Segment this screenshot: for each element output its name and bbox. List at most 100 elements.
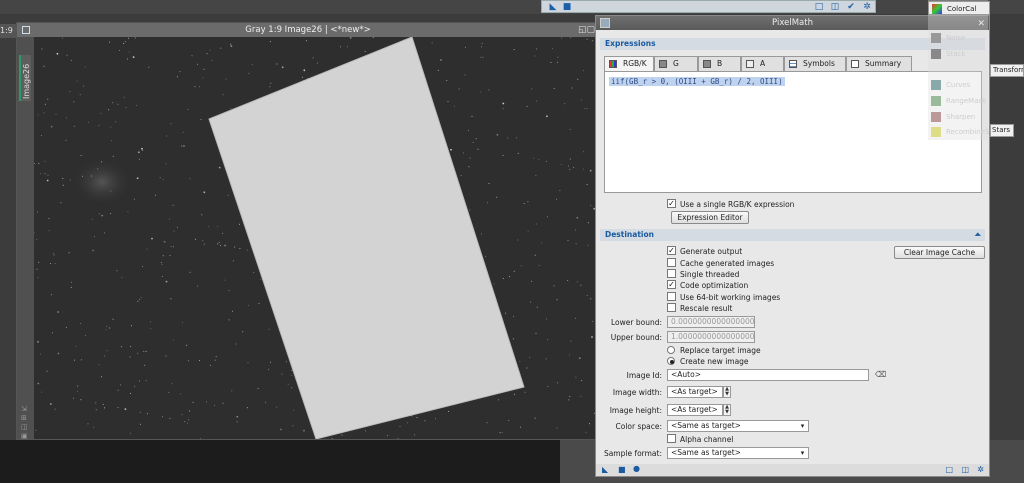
- star: [208, 226, 210, 228]
- star: [37, 382, 40, 385]
- sidebar-tool-icons[interactable]: ⇲ ⊞ ◫ ▣: [21, 405, 28, 441]
- cache-generated-checkbox[interactable]: [667, 258, 676, 267]
- sample-format-select[interactable]: <Same as target> ▾: [667, 447, 809, 459]
- star: [578, 357, 581, 359]
- star: [110, 126, 112, 128]
- expression-text[interactable]: iif(GB_r > 0, (OIII + GB_r) / 2, OIII): [609, 77, 785, 86]
- star: [132, 56, 135, 58]
- expression-editor-button[interactable]: Expression Editor: [671, 211, 749, 224]
- star: [130, 392, 132, 394]
- star: [95, 402, 97, 404]
- tool-curves[interactable]: Curves: [928, 78, 990, 92]
- color-space-select[interactable]: <Same as target> ▾: [667, 420, 809, 432]
- tool-noise[interactable]: Noise: [928, 31, 990, 45]
- star: [270, 82, 272, 84]
- star: [47, 98, 49, 100]
- apply-square-icon[interactable]: ■: [618, 465, 626, 474]
- clear-image-cache-button[interactable]: Clear Image Cache: [894, 246, 985, 259]
- tool-stack[interactable]: Stack: [928, 47, 990, 61]
- star: [454, 105, 455, 107]
- single-rgbk-checkbox[interactable]: ✓: [667, 199, 676, 208]
- star: [287, 383, 289, 385]
- star: [77, 390, 79, 392]
- apply-global-icon[interactable]: ●: [633, 464, 640, 473]
- alpha-channel-checkbox[interactable]: [667, 434, 676, 443]
- use-64bit-checkbox[interactable]: [667, 292, 676, 301]
- star: [95, 409, 97, 411]
- image-window[interactable]: Gray 1:9 Image26 | <*new*> ◱▢ Image26 ⇲ ⊞…: [16, 22, 600, 440]
- expression-editor-box[interactable]: iif(GB_r > 0, (OIII + GB_r) / 2, OIII): [604, 71, 982, 193]
- star: [68, 252, 70, 254]
- star: [526, 105, 528, 107]
- tab-a[interactable]: A: [741, 56, 784, 71]
- transform-floating-label[interactable]: Transforma: [990, 64, 1024, 77]
- star: [161, 276, 163, 277]
- image-width-field[interactable]: <As target>: [667, 386, 723, 398]
- preview-icon[interactable]: □: [814, 2, 824, 12]
- image-canvas[interactable]: [34, 37, 599, 439]
- new-instance-icon[interactable]: ◣: [548, 2, 558, 12]
- single-threaded-checkbox[interactable]: [667, 269, 676, 278]
- reset-icon[interactable]: ◫: [961, 465, 969, 474]
- tab-symbols[interactable]: Symbols: [784, 56, 846, 71]
- image-window-title[interactable]: Gray 1:9 Image26 | <*new*> ◱▢: [17, 23, 599, 37]
- replace-target-radio[interactable]: [667, 346, 675, 354]
- tab-rgbk[interactable]: RGB/K: [604, 56, 654, 71]
- cache-generated-label: Cache generated images: [680, 259, 775, 268]
- star: [230, 43, 232, 45]
- image-id-field[interactable]: <Auto>: [667, 369, 869, 381]
- star: [569, 169, 571, 170]
- tool-colorcal[interactable]: ColorCal: [928, 1, 990, 15]
- stars-label-text: Stars: [992, 126, 1011, 134]
- tab-summary[interactable]: Summary: [846, 56, 912, 71]
- star: [260, 278, 262, 280]
- image-height-field[interactable]: <As target>: [667, 404, 723, 416]
- apply-global-icon[interactable]: ✔: [846, 2, 856, 12]
- star: [481, 42, 483, 44]
- star: [41, 135, 43, 137]
- star: [551, 48, 553, 50]
- left-image-tab[interactable]: 1:9: [0, 24, 16, 38]
- star: [535, 175, 537, 176]
- star: [280, 428, 282, 431]
- image-width-spinner[interactable]: ▲ ▼: [723, 386, 731, 398]
- star: [574, 229, 576, 231]
- star: [50, 294, 52, 296]
- clear-field-icon[interactable]: ⌫: [875, 370, 886, 379]
- star: [46, 179, 49, 182]
- collapse-icon[interactable]: ⏶: [975, 229, 981, 241]
- destination-section-header[interactable]: Destination ⏶: [600, 229, 985, 241]
- tool-recombinestars[interactable]: RecombineStars: [928, 125, 1003, 139]
- star: [139, 299, 140, 301]
- upper-bound-field[interactable]: 1.0000000000000000: [667, 331, 755, 343]
- tab-g[interactable]: G: [654, 56, 698, 71]
- image-vertical-tab[interactable]: Image26: [19, 55, 31, 101]
- lower-bound-field[interactable]: 0.0000000000000000: [667, 316, 755, 328]
- apply-square-icon[interactable]: ■: [562, 2, 572, 12]
- preview-icon[interactable]: □: [945, 465, 953, 474]
- star: [499, 432, 501, 434]
- star: [44, 173, 46, 175]
- star: [49, 403, 52, 405]
- rescale-result-checkbox[interactable]: [667, 303, 676, 312]
- create-new-radio[interactable]: [667, 357, 675, 365]
- alpha-channel-label: Alpha channel: [680, 435, 734, 444]
- star: [173, 230, 175, 232]
- settings-icon[interactable]: ✲: [977, 465, 984, 474]
- window-controls-icon[interactable]: ◱▢: [578, 25, 595, 35]
- tool-rangemask[interactable]: RangeMask: [928, 94, 990, 108]
- star: [139, 423, 141, 425]
- new-instance-icon[interactable]: ◣: [602, 465, 608, 474]
- color-space-label: Color space:: [615, 422, 663, 431]
- settings-icon[interactable]: ✲: [862, 2, 872, 12]
- star: [143, 350, 145, 352]
- tab-b[interactable]: B: [698, 56, 741, 71]
- code-optimization-checkbox[interactable]: ✓: [667, 280, 676, 289]
- image-height-spinner[interactable]: ▲ ▼: [723, 404, 731, 416]
- generate-output-checkbox[interactable]: ✓: [667, 246, 676, 255]
- star: [235, 343, 237, 345]
- reset-icon[interactable]: ◫: [830, 2, 840, 12]
- stars-floating-label[interactable]: Stars: [990, 124, 1014, 137]
- tool-sharpen[interactable]: Sharpen: [928, 110, 990, 124]
- star: [166, 135, 168, 137]
